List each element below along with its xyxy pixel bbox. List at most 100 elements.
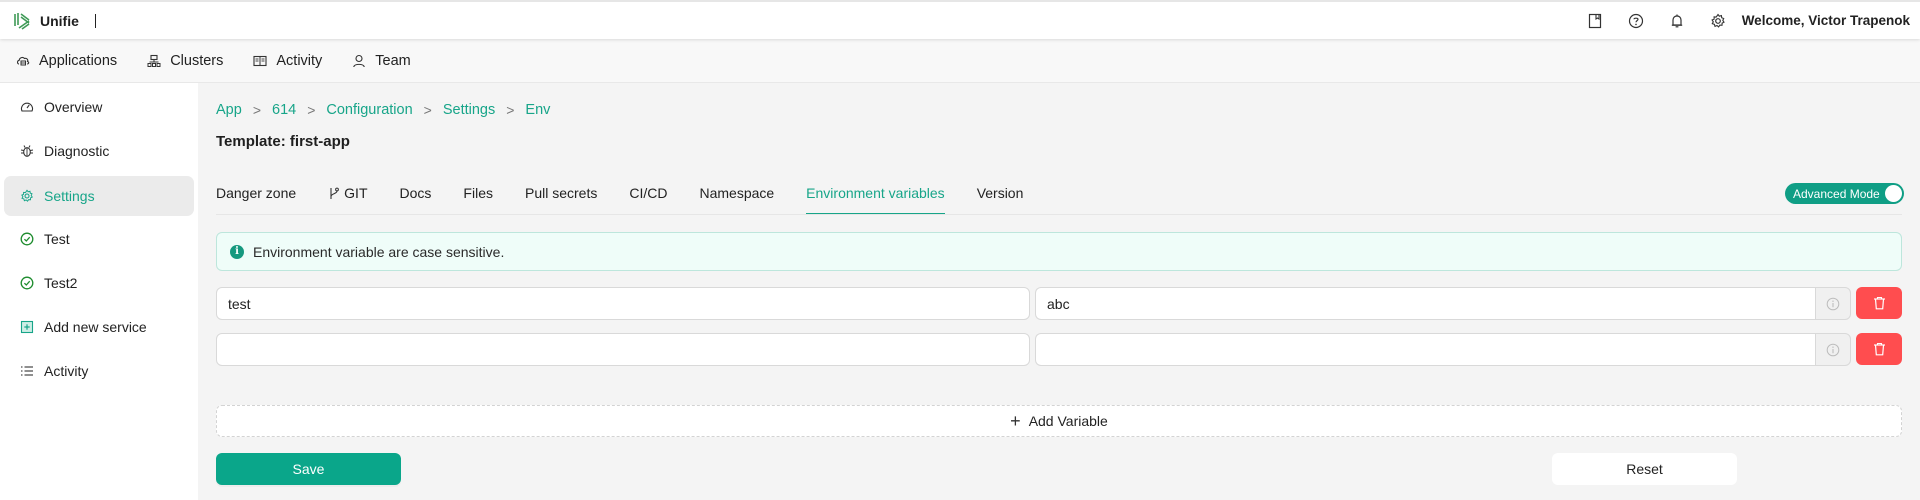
env-var-row [216,287,1902,320]
sidebar-item-test2[interactable]: Test2 [4,263,194,303]
reset-button[interactable]: Reset [1552,453,1737,485]
brand-name: Unifie [40,12,79,29]
tab-namespace[interactable]: Namespace [699,183,774,215]
help-icon[interactable] [1626,11,1646,31]
sidebar-item-test[interactable]: Test [4,219,194,259]
sidebar-item-settings[interactable]: Settings [4,176,194,216]
book-open-icon [253,55,267,66]
cluster-icon [147,54,161,67]
breadcrumb-separator: > [423,102,432,118]
add-variable-label: Add Variable [1028,413,1108,429]
sidebar-item-label: Settings [44,188,95,204]
nav-label: Applications [39,52,118,69]
tab-label: Pull secrets [524,185,598,201]
tab-danger-zone[interactable]: Danger zone [216,183,296,215]
nav-applications[interactable]: Applications [16,53,117,69]
check-circle-icon [20,276,34,290]
tab-label: Version [976,185,1024,201]
sidebar: Overview Diagnostic Settings Test Test2 … [0,83,198,500]
breadcrumb-configuration[interactable]: Configuration [326,102,412,118]
sidebar-item-overview[interactable]: Overview [4,87,194,127]
env-key-input[interactable] [216,287,1030,320]
brand-divider [94,13,96,28]
tab-environment-variables[interactable]: Environment variables [806,183,945,215]
breadcrumb-env[interactable]: Env [525,102,550,118]
sidebar-item-label: Activity [44,363,89,379]
nav-activity[interactable]: Activity [253,53,322,69]
list-icon [21,366,33,376]
sidebar-item-add-new-service[interactable]: Add new service [4,307,194,347]
dashboard-icon [20,102,34,112]
env-value-input[interactable] [1035,287,1815,320]
sidebar-item-label: Diagnostic [44,143,110,159]
sidebar-item-label: Overview [44,99,103,115]
env-value-input[interactable] [1035,333,1815,366]
plus-icon: + [1010,411,1021,431]
env-value-group [1035,333,1851,366]
book-icon[interactable] [1585,11,1605,31]
nav-label: Team [375,52,411,69]
page-title: Template: first-app [216,133,350,150]
tab-version[interactable]: Version [977,183,1024,215]
add-variable-button[interactable]: + Add Variable [216,405,1902,437]
tab-label: GIT [344,185,368,201]
breadcrumb-app-id[interactable]: 614 [272,102,296,118]
breadcrumb-settings[interactable]: Settings [443,102,495,118]
sidebar-item-activity[interactable]: Activity [4,351,194,391]
sidebar-item-label: Test [44,231,70,247]
breadcrumb-app[interactable]: App [216,102,242,118]
env-value-group [1035,287,1851,320]
tab-files[interactable]: Files [463,183,493,215]
tab-docs[interactable]: Docs [400,183,432,215]
gear-icon[interactable] [1708,11,1728,31]
user-icon [353,54,366,67]
advanced-mode-toggle[interactable]: Advanced Mode [1785,183,1904,204]
trash-icon [1873,296,1885,310]
tab-git[interactable]: GIT [328,183,368,215]
top-header: Unifie Welcome, Victor Trapenok [0,0,1920,39]
info-icon[interactable] [1815,287,1851,320]
tab-label: Environment variables [806,185,945,201]
info-icon: i [230,244,244,259]
tab-ci-cd[interactable]: CI/CD [629,183,667,215]
sidebar-item-diagnostic[interactable]: Diagnostic [4,131,194,171]
nav-clusters[interactable]: Clusters [147,53,223,69]
nav-label: Clusters [170,52,224,69]
tab-label: CI/CD [629,185,668,201]
env-var-row [216,333,1902,366]
main-nav: Applications Clusters Activity Team [0,39,1920,83]
advanced-mode-label: Advanced Mode [1793,186,1880,201]
git-branch-icon [330,187,340,199]
sidebar-item-label: Add new service [44,319,147,335]
tab-pull-secrets[interactable]: Pull secrets [525,183,597,215]
main-content: App > 614 > Configuration > Settings > E… [198,83,1920,500]
plus-square-icon [20,320,34,334]
breadcrumb-separator: > [307,102,316,118]
breadcrumb-separator: > [252,102,261,118]
nav-label: Activity [276,52,323,69]
alert-text: Environment variable are case sensitive. [253,243,505,260]
breadcrumb-separator: > [506,102,515,118]
delete-variable-button[interactable] [1856,333,1902,365]
check-circle-icon [20,232,34,246]
bug-icon [20,145,34,157]
welcome-user[interactable]: Welcome, Victor Trapenok [1742,13,1910,28]
tab-label: Namespace [699,185,775,201]
breadcrumb: App > 614 > Configuration > Settings > E… [216,102,550,118]
cloud-app-icon [16,56,30,65]
env-key-input[interactable] [216,333,1030,366]
sidebar-item-label: Test2 [44,275,78,291]
bell-icon[interactable] [1667,11,1687,31]
nav-team[interactable]: Team [352,52,411,69]
save-button[interactable]: Save [216,453,401,485]
trash-icon [1873,342,1885,356]
settings-tabs: Danger zone GIT Docs Files Pull secrets … [216,183,1055,215]
unifie-logo-icon [14,12,30,30]
info-icon[interactable] [1815,333,1851,366]
tabs-divider [216,214,1902,215]
logo[interactable]: Unifie [12,11,96,31]
tab-label: Danger zone [216,185,297,201]
gear-icon [21,189,33,202]
delete-variable-button[interactable] [1856,287,1902,319]
toggle-knob [1885,185,1902,202]
